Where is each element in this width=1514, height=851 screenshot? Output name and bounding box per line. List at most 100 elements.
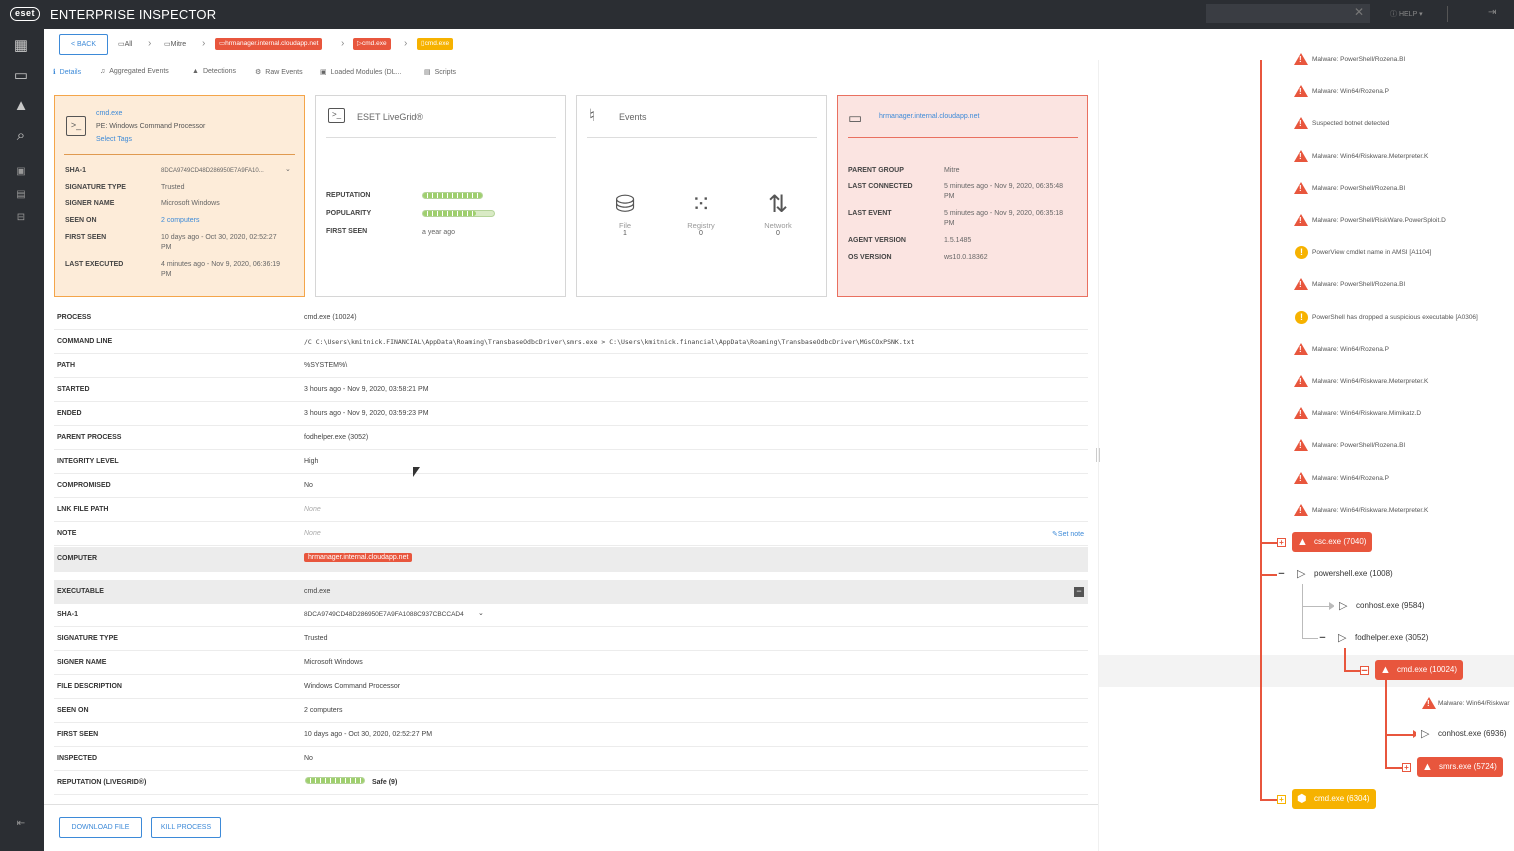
row-value: High: [304, 458, 319, 465]
alert-item[interactable]: Malware: Win64/Rozena.P: [1312, 346, 1389, 353]
tab-loaded-modules[interactable]: ▣ Loaded Modules (DL...: [320, 68, 401, 76]
row-signature-type: SIGNATURE TYPE Trusted: [54, 627, 1088, 651]
clear-search-icon[interactable]: ✕: [1354, 5, 1364, 19]
row-label: FILE DESCRIPTION: [57, 683, 122, 690]
event-registry[interactable]: ⁙ Registry 0: [671, 191, 731, 237]
warning-icon: ⬢: [1297, 793, 1307, 805]
tree-node-powershell[interactable]: ▷ powershell.exe (1008): [1292, 564, 1399, 584]
alert-item[interactable]: Malware: PowerShell/Rozena.BI: [1312, 185, 1405, 192]
last-connected-label: LAST CONNECTED: [848, 183, 913, 190]
row-label: COMPROMISED: [57, 482, 111, 489]
collapse-section-button[interactable]: −: [1074, 587, 1084, 597]
breadcrumb-process[interactable]: ▷cmd.exe: [353, 38, 391, 50]
search-icon[interactable]: ⌕: [11, 126, 31, 146]
expand-smrs-button[interactable]: +: [1402, 763, 1411, 772]
alert-item[interactable]: Malware: Win64/Riskware.Meterpreter.K: [1312, 153, 1428, 160]
logout-button[interactable]: ⇥: [1488, 7, 1496, 18]
executables-icon[interactable]: ▣: [15, 166, 27, 178]
collapse-powershell-button[interactable]: −: [1277, 569, 1286, 580]
os-version-label: OS VERSION: [848, 254, 892, 261]
breadcrumb-computer[interactable]: ▭hrmanager.internal.cloudapp.net: [215, 38, 323, 50]
computers-icon[interactable]: ▭: [11, 66, 31, 86]
computer-name-link[interactable]: hrmanager.internal.cloudapp.net: [879, 113, 979, 120]
alert-item[interactable]: PowerShell has dropped a suspicious exec…: [1312, 314, 1478, 321]
expand-cmd-6304-button[interactable]: +: [1277, 795, 1286, 804]
reports-icon[interactable]: ▤: [15, 189, 27, 201]
tree-node-csc[interactable]: ▲ csc.exe (7040): [1292, 532, 1373, 552]
tree-line: [1302, 606, 1330, 607]
alert-item[interactable]: Malware: PowerShell/Rozena.BI: [1312, 281, 1405, 288]
detections-icon[interactable]: ▲: [11, 96, 31, 116]
livegrid-panel: >_ ESET LiveGrid® REPUTATION POPULARITY …: [315, 95, 566, 297]
tree-node-cmd-10024[interactable]: ▲ cmd.exe (10024): [1375, 660, 1464, 680]
kill-process-button[interactable]: KILL PROCESS: [151, 817, 221, 838]
row-value: 8DCA9749CD48D286950E7A9FA1088C937CBCCAD4: [304, 611, 464, 618]
back-button[interactable]: < BACK: [59, 34, 108, 55]
last-event-value-cont: PM: [944, 220, 955, 227]
help-label: HELP: [1398, 11, 1418, 18]
select-tags-link[interactable]: Select Tags: [96, 136, 132, 143]
alert-item[interactable]: Malware: Win64/Riskware.Mimikatz.D: [1312, 410, 1421, 417]
help-menu[interactable]: ⓘ HELP ▾: [1390, 9, 1423, 19]
tree-line: [1260, 542, 1277, 544]
alert-item[interactable]: Malware: Win64/Rozena.P: [1312, 475, 1389, 482]
parent-group-value: Mitre: [944, 167, 960, 174]
download-file-button[interactable]: DOWNLOAD FILE: [59, 817, 142, 838]
collapse-cmd-button[interactable]: −: [1360, 666, 1369, 677]
tree-node-fodhelper[interactable]: ▷ fodhelper.exe (3052): [1333, 628, 1435, 648]
row-compromised: COMPROMISED No: [54, 474, 1088, 498]
expand-csc-button[interactable]: +: [1277, 538, 1286, 547]
search-input[interactable]: ✕: [1206, 4, 1370, 23]
reputation-bar-fill: [423, 193, 482, 198]
file-name-link[interactable]: cmd.exe: [96, 110, 122, 117]
parent-process-link[interactable]: fodhelper.exe (3052): [304, 434, 368, 441]
tab-details[interactable]: ℹ Details: [53, 68, 81, 76]
reputation-bar: [422, 192, 483, 199]
pane-resize-handle[interactable]: [1096, 448, 1100, 462]
breadcrumb-separator: ›: [341, 38, 345, 49]
collapse-fodhelper-button[interactable]: −: [1318, 633, 1327, 644]
chevron-down-icon[interactable]: ⌄: [478, 609, 484, 617]
alert-item[interactable]: Malware: Win64/Rozena.P: [1312, 88, 1389, 95]
seen-on-link[interactable]: 2 computers: [161, 216, 200, 226]
breadcrumb-executable[interactable]: ▯cmd.exe: [417, 38, 454, 50]
tree-node-smrs[interactable]: ▲ smrs.exe (5724): [1417, 757, 1503, 777]
last-executed-label: LAST EXECUTED: [65, 261, 124, 268]
event-network[interactable]: ⇅ Network 0: [748, 191, 808, 237]
collapse-sidebar-icon[interactable]: ⇤: [15, 818, 27, 830]
alert-item[interactable]: Malware: PowerShell/RiskWare.PowerSploit…: [1312, 217, 1446, 224]
admin-icon[interactable]: ⊟: [15, 212, 27, 224]
popularity-bar-fill: [423, 211, 477, 216]
row-signer-name: SIGNER NAME Microsoft Windows: [54, 651, 1088, 675]
set-note-button[interactable]: ✎Set note: [1052, 530, 1084, 538]
tree-node-conhost-9584[interactable]: ▷ conhost.exe (9584): [1334, 596, 1431, 616]
row-value: Microsoft Windows: [304, 659, 363, 666]
tree-node-conhost-6936[interactable]: ▷ conhost.exe (6936): [1416, 724, 1513, 744]
row-note: NOTE None ✎Set note: [54, 522, 1088, 546]
last-connected-value: 5 minutes ago - Nov 9, 2020, 06:35:48: [944, 183, 1064, 190]
alert-item[interactable]: Malware: PowerShell/Rozena.BI: [1312, 442, 1405, 449]
app-title: ENTERPRISE INSPECTOR: [50, 7, 217, 22]
breadcrumb-mitre[interactable]: ▭Mitre: [164, 40, 186, 48]
executable-link[interactable]: cmd.exe: [304, 588, 330, 595]
alert-icon: [1294, 150, 1308, 162]
dashboard-icon[interactable]: ▦: [11, 36, 31, 56]
alert-item[interactable]: Malware: Win64/Riskwar: [1438, 700, 1510, 707]
row-sha1: SHA-1 8DCA9749CD48D286950E7A9FA1088C937CB…: [54, 603, 1088, 627]
alert-icon: [1294, 472, 1308, 484]
chevron-down-icon[interactable]: ⌄: [285, 165, 291, 175]
alert-item[interactable]: PowerView cmdlet name in AMSI [A1104]: [1312, 249, 1431, 256]
alert-item[interactable]: Malware: Win64/Riskware.Meterpreter.K: [1312, 507, 1428, 514]
computer-link[interactable]: hrmanager.internal.cloudapp.net: [304, 553, 413, 562]
tab-aggregated-events[interactable]: ♫ Aggregated Events: [100, 68, 169, 75]
tab-scripts[interactable]: ▤ Scripts: [424, 68, 456, 76]
tab-raw-events[interactable]: ⚙ Raw Events: [255, 68, 303, 76]
breadcrumb-all[interactable]: ▭All: [118, 40, 132, 48]
alert-item[interactable]: Malware: Win64/Riskware.Meterpreter.K: [1312, 378, 1428, 385]
tree-node-cmd-6304[interactable]: ⬢ cmd.exe (6304): [1292, 789, 1376, 809]
alert-item[interactable]: Malware: PowerShell/Rozena.BI: [1312, 56, 1405, 63]
registry-icon: ⁙: [690, 191, 712, 218]
event-file[interactable]: ⛁ File 1: [595, 191, 655, 237]
tab-detections[interactable]: ▲ Detections: [192, 68, 236, 75]
alert-item[interactable]: Suspected botnet detected: [1312, 120, 1389, 127]
